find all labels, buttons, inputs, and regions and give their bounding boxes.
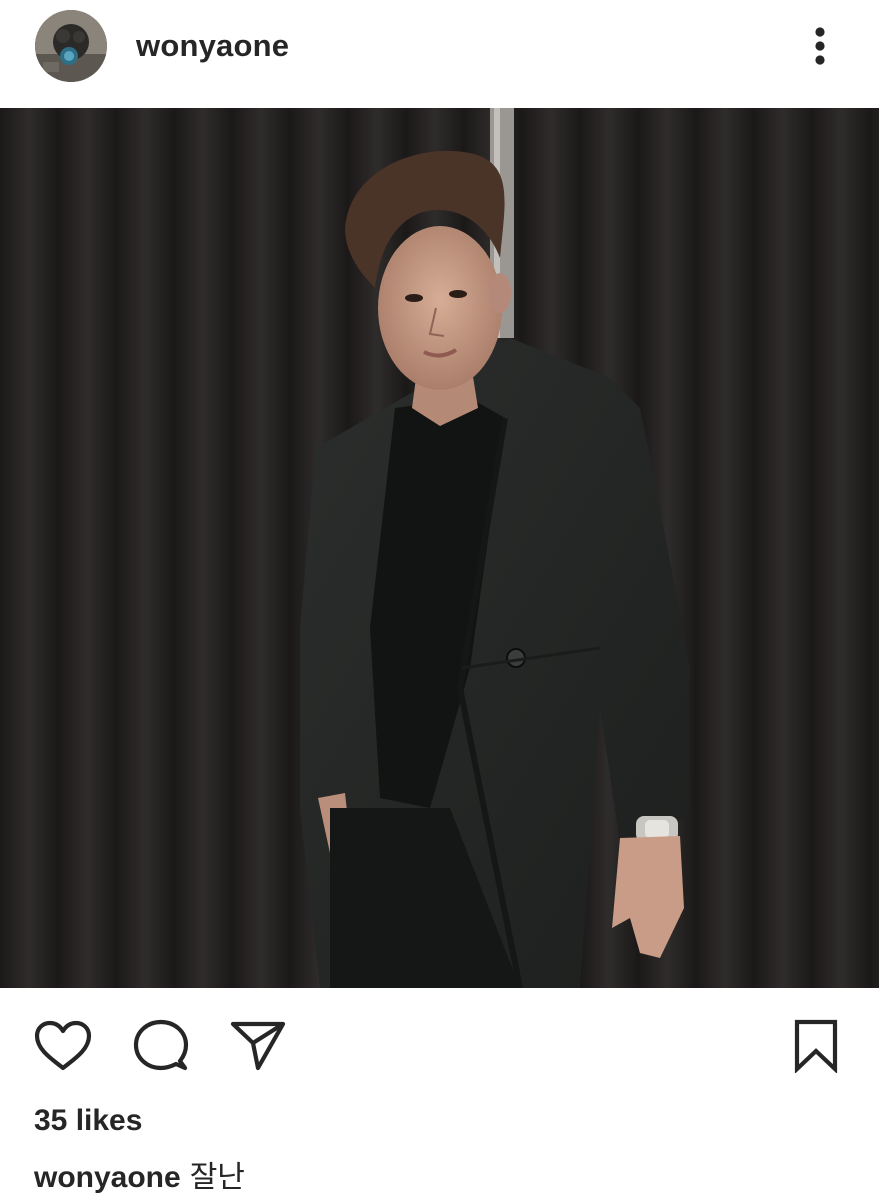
bookmark-icon: [794, 1019, 838, 1073]
comment-button[interactable]: [129, 1014, 193, 1078]
send-icon: [230, 1021, 286, 1071]
post-header: wonyaone: [0, 0, 879, 108]
action-bar: [0, 988, 879, 1088]
heart-icon: [34, 1020, 92, 1071]
caption-text: 잘난: [189, 1161, 245, 1194]
save-button[interactable]: [784, 1014, 848, 1078]
post-photo-image: [0, 108, 879, 988]
avatar-image: [35, 10, 107, 82]
caption: wonyaone 잘난: [34, 1152, 245, 1196]
share-button[interactable]: [226, 1014, 290, 1078]
caption-username[interactable]: wonyaone: [34, 1161, 181, 1194]
like-button[interactable]: [31, 1014, 95, 1078]
more-options-button[interactable]: [798, 20, 842, 72]
post-photo[interactable]: [0, 108, 879, 988]
username[interactable]: wonyaone: [136, 28, 289, 64]
likes-count[interactable]: 35 likes: [34, 1104, 142, 1138]
more-vertical-icon: [815, 27, 825, 65]
comment-icon: [133, 1019, 189, 1071]
avatar[interactable]: [35, 10, 107, 82]
